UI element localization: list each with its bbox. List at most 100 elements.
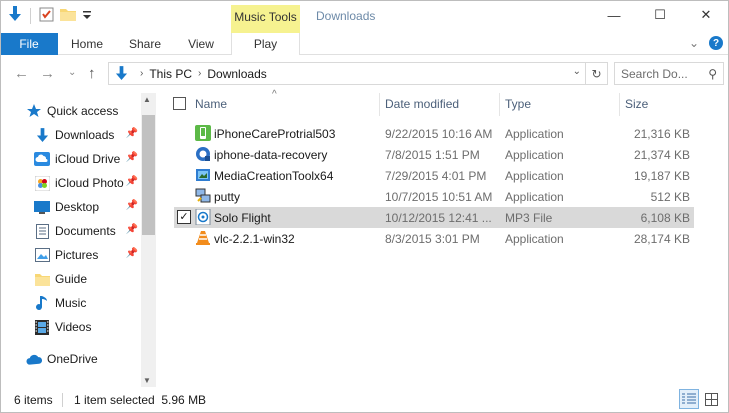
- scrollbar-thumb[interactable]: [142, 115, 155, 235]
- nav-item-documents[interactable]: Documents 📌: [34, 220, 140, 242]
- scroll-up-icon[interactable]: ▲: [143, 95, 151, 104]
- minimize-button[interactable]: —: [591, 0, 637, 30]
- column-size[interactable]: Size: [625, 97, 648, 111]
- back-arrow-icon[interactable]: ←: [14, 65, 29, 82]
- column-divider[interactable]: [499, 93, 500, 116]
- pictures-icon: [34, 247, 50, 263]
- nav-label: Quick access: [47, 104, 119, 118]
- tab-file[interactable]: File: [0, 33, 58, 55]
- download-arrow-icon[interactable]: [8, 6, 22, 25]
- tab-home[interactable]: Home: [60, 33, 114, 55]
- pin-icon[interactable]: 📌: [126, 176, 138, 187]
- nav-item-icloud-photo[interactable]: iCloud Photo 📌: [34, 172, 140, 194]
- pin-icon[interactable]: 📌: [126, 128, 138, 139]
- search-icon: ⚲: [708, 66, 717, 81]
- search-input[interactable]: Search Do... ⚲: [614, 62, 724, 85]
- pin-icon[interactable]: 📌: [126, 224, 138, 235]
- refresh-icon[interactable]: ↻: [585, 63, 607, 84]
- file-date: 10/7/2015 10:51 AM: [385, 190, 493, 204]
- column-type[interactable]: Type: [505, 97, 531, 111]
- file-type: Application: [505, 127, 564, 141]
- pin-icon[interactable]: 📌: [126, 248, 138, 259]
- recent-locations-icon[interactable]: ⌄: [68, 67, 76, 78]
- column-header: Name ^ Date modified Type Size: [160, 89, 729, 116]
- new-folder-icon[interactable]: [60, 7, 76, 24]
- table-row[interactable]: vlc-2.2.1-win32 8/3/2015 3:01 PM Applica…: [174, 228, 694, 249]
- tab-play[interactable]: Play: [231, 33, 300, 55]
- nav-item-quick-access[interactable]: Quick access: [26, 100, 156, 122]
- select-all-checkbox[interactable]: [173, 97, 186, 110]
- nav-item-icloud-drive[interactable]: iCloud Drive 📌: [34, 148, 140, 170]
- nav-item-downloads[interactable]: Downloads 📌: [34, 124, 140, 146]
- nav-item-pictures[interactable]: Pictures 📌: [34, 244, 140, 266]
- media-tool-icon: [195, 167, 211, 183]
- breadcrumb-downloads[interactable]: Downloads: [207, 67, 266, 81]
- music-tools-group-label: Music Tools: [231, 5, 300, 29]
- nav-scrollbar[interactable]: ▲ ▼: [141, 93, 156, 387]
- large-icons-view-button[interactable]: [701, 389, 721, 409]
- selection-summary: 1 item selected 5.96 MB: [74, 393, 207, 407]
- nav-item-guide[interactable]: Guide: [34, 268, 156, 290]
- expand-ribbon-icon[interactable]: ⌄: [689, 36, 699, 50]
- file-name: iPhoneCareProtrial503: [214, 127, 336, 141]
- folder-icon: [34, 271, 50, 287]
- blue-app-icon: [195, 146, 211, 162]
- photos-icon: [34, 175, 50, 191]
- nav-item-music[interactable]: Music: [34, 292, 156, 314]
- file-type: MP3 File: [505, 211, 553, 225]
- pin-icon[interactable]: 📌: [126, 152, 138, 163]
- pin-icon[interactable]: 📌: [126, 200, 138, 211]
- address-dropdown-icon[interactable]: ⌄: [573, 66, 581, 77]
- up-arrow-icon[interactable]: ↑: [88, 65, 96, 82]
- maximize-button[interactable]: ☐: [637, 0, 683, 30]
- details-view-button[interactable]: [679, 389, 699, 409]
- status-bar: 6 items 1 item selected 5.96 MB: [0, 387, 729, 413]
- column-divider[interactable]: [379, 93, 380, 116]
- file-size: 28,174 KB: [633, 232, 690, 246]
- breadcrumb-this-pc[interactable]: This PC: [149, 67, 192, 81]
- column-name[interactable]: Name: [195, 97, 227, 111]
- table-row[interactable]: putty 10/7/2015 10:51 AM Application 512…: [174, 186, 694, 207]
- tab-share[interactable]: Share: [117, 33, 173, 55]
- download-arrow-icon: [34, 127, 50, 143]
- nav-item-onedrive[interactable]: OneDrive: [26, 348, 156, 370]
- nav-label: Music: [55, 296, 87, 310]
- nav-item-videos[interactable]: Videos: [34, 316, 156, 338]
- forward-arrow-icon[interactable]: →: [40, 65, 55, 82]
- customize-toolbar-icon[interactable]: [82, 9, 92, 23]
- music-note-icon: [34, 295, 50, 311]
- download-arrow-icon: [115, 66, 128, 81]
- column-date-modified[interactable]: Date modified: [385, 97, 459, 111]
- nav-label: iCloud Photo: [55, 176, 124, 190]
- nav-label: Downloads: [55, 128, 115, 142]
- properties-icon[interactable]: [39, 7, 54, 25]
- cloud-icon: [34, 151, 50, 167]
- file-size: 6,108 KB: [640, 211, 690, 225]
- file-type: Application: [505, 169, 564, 183]
- file-size: 21,374 KB: [633, 148, 690, 162]
- documents-icon: [34, 223, 50, 239]
- column-divider[interactable]: [619, 93, 620, 116]
- file-type: Application: [505, 148, 564, 162]
- item-count: 6 items: [14, 393, 53, 407]
- table-row-selected[interactable]: ✓ Solo Flight 10/12/2015 12:41 ... MP3 F…: [174, 207, 694, 228]
- quick-access-toolbar: [8, 6, 92, 25]
- vlc-cone-icon: [195, 230, 211, 246]
- tab-view[interactable]: View: [176, 33, 226, 55]
- nav-item-desktop[interactable]: Desktop 📌: [34, 196, 140, 218]
- table-row[interactable]: iphone-data-recovery 7/8/2015 1:51 PM Ap…: [174, 144, 694, 165]
- sort-ascending-icon: ^: [272, 89, 277, 100]
- address-bar[interactable]: › This PC › Downloads ⌄ ↻: [108, 62, 608, 85]
- navigation-pane: Quick access Downloads 📌 iCloud Drive 📌 …: [0, 93, 156, 387]
- file-name: iphone-data-recovery: [214, 148, 328, 162]
- table-row[interactable]: MediaCreationToolx64 7/29/2015 4:01 PM A…: [174, 165, 694, 186]
- nav-label: Documents: [55, 224, 116, 238]
- close-button[interactable]: ✕: [683, 0, 729, 30]
- row-checkbox[interactable]: ✓: [177, 210, 191, 224]
- nav-label: OneDrive: [47, 352, 98, 366]
- scroll-down-icon[interactable]: ▼: [143, 376, 151, 385]
- toolbar-divider: [30, 7, 31, 24]
- help-icon[interactable]: ?: [709, 36, 723, 50]
- putty-icon: [195, 188, 211, 204]
- table-row[interactable]: iPhoneCareProtrial503 9/22/2015 10:16 AM…: [174, 123, 694, 144]
